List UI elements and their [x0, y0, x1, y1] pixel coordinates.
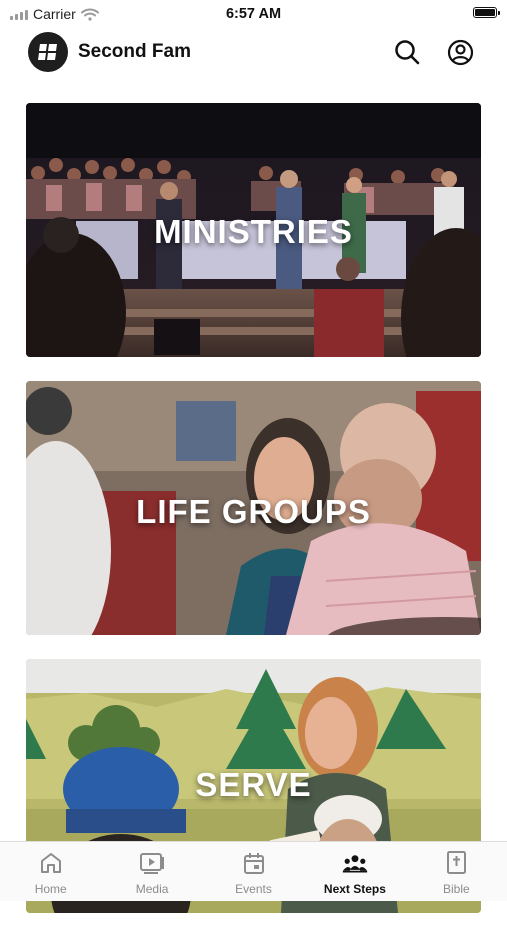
- app-title: Second Fam: [78, 41, 191, 62]
- life-groups-label: LIFE GROUPS: [136, 493, 371, 530]
- app-header: Second Fam: [0, 30, 507, 76]
- ministries-card[interactable]: MINISTRIES: [26, 103, 481, 357]
- tab-next-steps-label: Next Steps: [323, 882, 386, 896]
- people-icon: [342, 850, 368, 876]
- home-icon: [38, 850, 64, 876]
- bible-icon: [443, 850, 469, 876]
- search-icon: [395, 40, 420, 65]
- tab-media[interactable]: Media: [101, 842, 202, 901]
- life-groups-card[interactable]: LIFE GROUPS: [26, 381, 481, 635]
- ministries-label: MINISTRIES: [154, 213, 353, 250]
- tab-home[interactable]: Home: [0, 842, 101, 901]
- search-button[interactable]: [393, 38, 421, 66]
- tab-next-steps[interactable]: Next Steps: [304, 842, 405, 901]
- next-steps-list: MINISTRIES LIFE GROUPS SERVE: [26, 103, 481, 937]
- tab-bar: Home Media Events Next Steps Bible: [0, 841, 507, 901]
- status-bar: Carrier 6:57 AM: [0, 0, 507, 28]
- profile-icon: [447, 39, 473, 65]
- status-time: 6:57 AM: [225, 6, 282, 22]
- battery-icon: [473, 7, 500, 18]
- media-icon: [139, 850, 165, 876]
- tab-media-label: Media: [135, 882, 169, 896]
- calendar-icon: [241, 850, 267, 876]
- serve-label: SERVE: [195, 766, 312, 803]
- tab-home-label: Home: [34, 882, 67, 896]
- tab-bible[interactable]: Bible: [406, 842, 507, 901]
- tab-bible-label: Bible: [442, 882, 470, 896]
- app-logo: [28, 32, 68, 72]
- profile-button[interactable]: [446, 38, 474, 66]
- tab-events[interactable]: Events: [203, 842, 304, 901]
- logo-icon: [38, 44, 57, 60]
- tab-events-label: Events: [235, 882, 272, 896]
